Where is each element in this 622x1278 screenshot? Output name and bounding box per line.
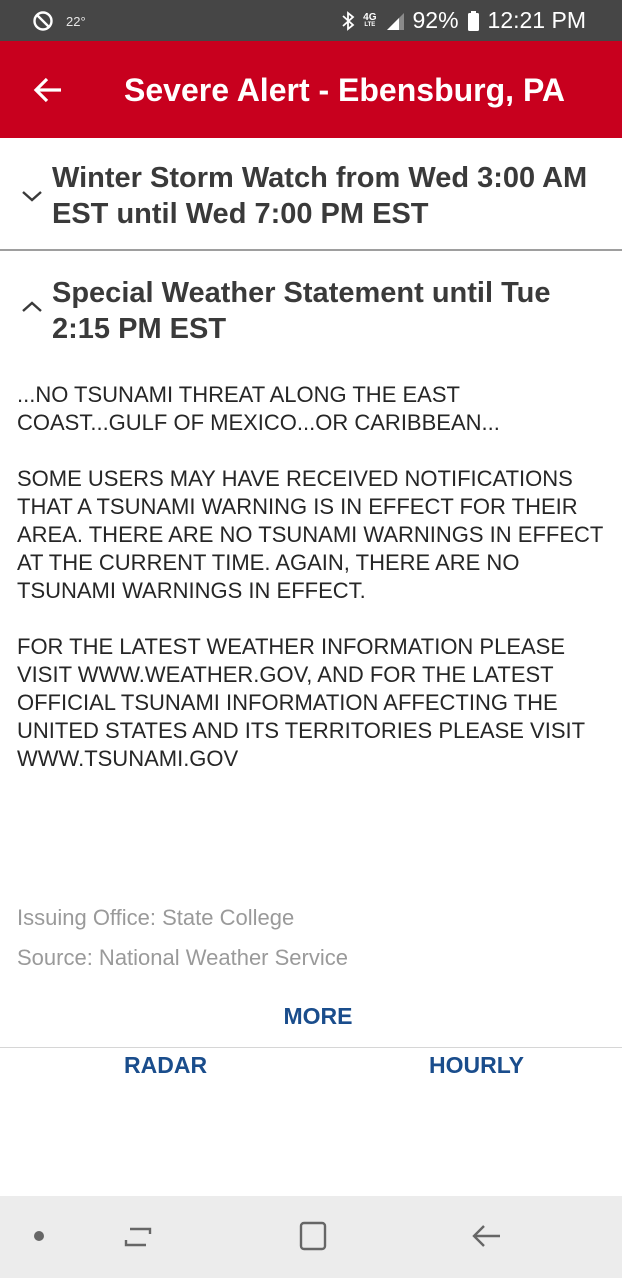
- network-sub-label: LTE: [364, 21, 376, 28]
- recent-apps-icon: [124, 1227, 152, 1247]
- chevron-up-icon: [22, 301, 42, 312]
- more-button[interactable]: MORE: [0, 1003, 622, 1030]
- issuing-office: Issuing Office: State College: [17, 905, 295, 930]
- system-back-button[interactable]: [466, 1216, 506, 1256]
- radar-button[interactable]: RADAR: [124, 1052, 207, 1079]
- back-button[interactable]: [28, 70, 68, 110]
- network-type-icon: 4G LTE: [363, 11, 377, 29]
- chevron-down-icon: [22, 191, 42, 202]
- back-arrow-icon: [472, 1225, 500, 1247]
- system-navigation-bar: [0, 1196, 622, 1278]
- status-temperature: 22°: [66, 13, 86, 29]
- status-left: 22°: [32, 10, 86, 32]
- nav-dot-button[interactable]: [19, 1216, 59, 1256]
- home-button[interactable]: [293, 1216, 333, 1256]
- status-bar: 22° 4G LTE 92% 12:21 PM: [0, 0, 622, 41]
- alert-body: ...NO TSUNAMI THREAT ALONG THE EAST COAS…: [17, 381, 607, 801]
- alert-header-winter-storm-watch[interactable]: Winter Storm Watch from Wed 3:00 AM EST …: [0, 140, 622, 251]
- arrow-left-icon: [33, 77, 61, 103]
- alert-title: Winter Storm Watch from Wed 3:00 AM EST …: [52, 162, 588, 230]
- network-type-label: 4G: [363, 11, 377, 23]
- alert-header-special-weather-statement[interactable]: Special Weather Statement until Tue 2:15…: [0, 253, 622, 363]
- dot-icon: [34, 1231, 44, 1241]
- app-bar: Severe Alert - Ebensburg, PA: [0, 41, 622, 138]
- recent-apps-button[interactable]: [118, 1216, 158, 1256]
- signal-strength-icon: [386, 12, 404, 30]
- alert-paragraph: FOR THE LATEST WEATHER INFORMATION PLEAS…: [17, 634, 585, 771]
- battery-percent: 92%: [412, 7, 459, 33]
- hourly-button[interactable]: HOURLY: [429, 1052, 524, 1079]
- home-icon: [299, 1221, 327, 1251]
- divider: [0, 1047, 622, 1048]
- alert-paragraph: SOME USERS MAY HAVE RECEIVED NOTIFICATIO…: [17, 466, 603, 603]
- status-time: 12:21 PM: [487, 7, 586, 33]
- status-right: 4G LTE 92% 12:21 PM: [341, 7, 586, 34]
- alert-paragraph: ...NO TSUNAMI THREAT ALONG THE EAST COAS…: [17, 382, 500, 435]
- page-title: Severe Alert - Ebensburg, PA: [124, 72, 566, 108]
- bluetooth-icon: [342, 10, 355, 31]
- alert-source: Source: National Weather Service: [17, 945, 348, 970]
- battery-icon: [467, 10, 479, 31]
- alert-title: Special Weather Statement until Tue 2:15…: [52, 277, 551, 345]
- do-not-disturb-icon: [33, 11, 53, 31]
